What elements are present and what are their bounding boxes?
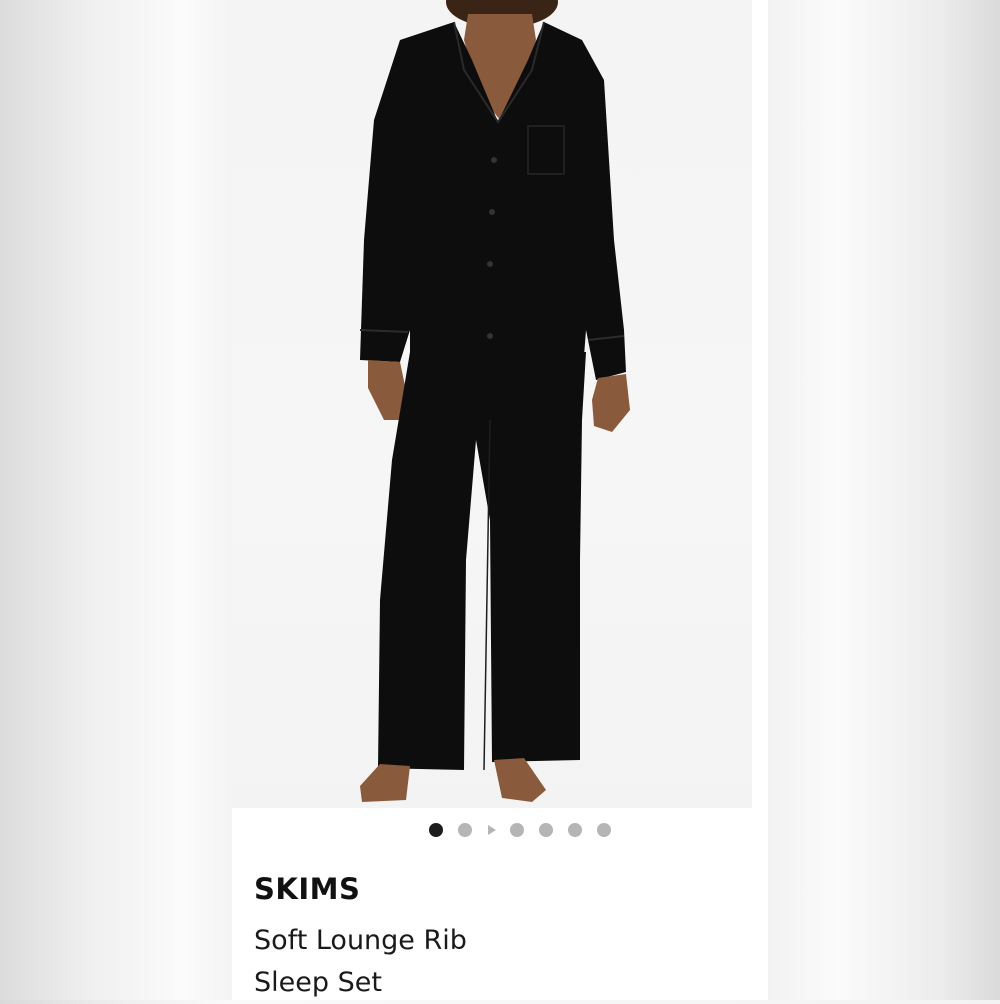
product-title: Soft Lounge Rib Sleep Set	[254, 920, 734, 1004]
video-play-icon[interactable]	[488, 825, 496, 835]
carousel-dot-6[interactable]	[597, 823, 611, 837]
carousel-dot-1[interactable]	[429, 823, 443, 837]
brand-name[interactable]: SKIMS	[254, 872, 360, 906]
carousel-dot-3[interactable]	[510, 823, 524, 837]
product-title-line-2: Sleep Set	[254, 967, 382, 998]
model-illustration	[359, 0, 630, 802]
product-title-line-1: Soft Lounge Rib	[254, 925, 467, 956]
background-blur-right	[768, 0, 1000, 1000]
carousel-dot-4[interactable]	[539, 823, 553, 837]
carousel-dot-5[interactable]	[568, 823, 582, 837]
background-blur-left	[0, 0, 232, 1000]
carousel-pagination[interactable]	[232, 816, 768, 844]
carousel-dot-2[interactable]	[458, 823, 472, 837]
product-photo[interactable]	[232, 0, 760, 808]
product-card: SKIMS Soft Lounge Rib Sleep Set	[232, 0, 768, 1000]
photo-edge	[752, 0, 760, 808]
